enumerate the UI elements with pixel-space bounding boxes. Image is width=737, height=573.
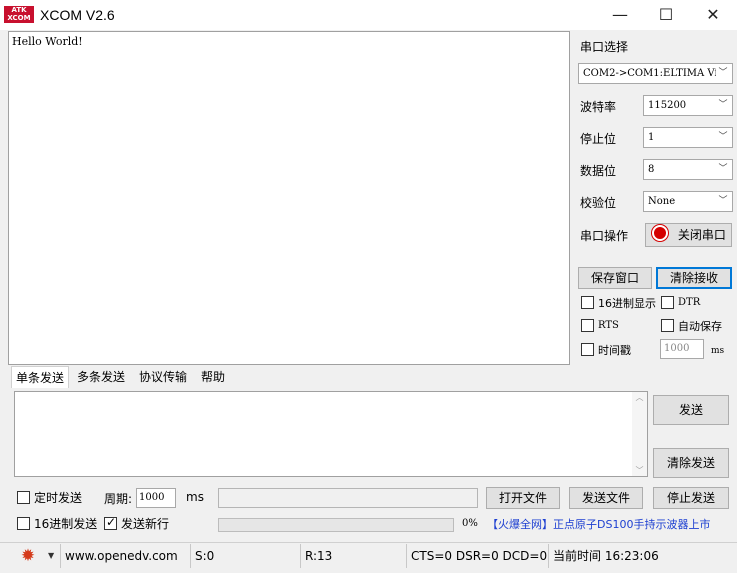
- port-operation-label: 串口操作: [580, 229, 629, 243]
- hex-send-label: 16进制发送: [34, 517, 98, 531]
- ad-link[interactable]: 【火爆全网】正点原子DS100手持示波器上市: [487, 514, 733, 536]
- data-bits-label: 数据位: [580, 164, 617, 178]
- tab-protocol[interactable]: 协议传输: [135, 366, 191, 388]
- chevron-down-icon: ﹀: [716, 192, 730, 211]
- port-select[interactable]: COM2->COM1:ELTIMA Vir ﹀: [578, 63, 733, 84]
- settings-gear-icon[interactable]: ✹: [18, 546, 38, 566]
- status-received-count: R:13: [300, 544, 404, 568]
- send-progress-bar: [218, 518, 454, 532]
- status-current-time: 当前时间 16:23:06: [548, 544, 734, 568]
- stop-send-button[interactable]: 停止发送: [653, 487, 729, 509]
- timestamp-label: 时间戳: [598, 344, 631, 357]
- tab-multi-send[interactable]: 多条发送: [73, 366, 129, 388]
- auto-save-checkbox[interactable]: [661, 319, 674, 332]
- chevron-down-icon: ﹀: [716, 160, 730, 179]
- file-path-input[interactable]: [218, 488, 478, 508]
- scroll-up-icon[interactable]: ︿: [632, 392, 647, 403]
- send-newline-checkbox[interactable]: [104, 515, 117, 530]
- maximize-button[interactable]: ☐: [643, 0, 689, 30]
- timestamp-input[interactable]: 1000: [660, 339, 704, 359]
- port-select-value: COM2->COM1:ELTIMA Vir: [583, 68, 723, 79]
- tab-single-send[interactable]: 单条发送: [11, 366, 70, 388]
- rts-checkbox[interactable]: [581, 319, 594, 332]
- auto-save-label: 自动保存: [678, 320, 722, 333]
- scroll-down-icon[interactable]: ﹀: [632, 465, 647, 476]
- timestamp-checkbox[interactable]: [581, 343, 594, 356]
- data-bits-select[interactable]: 8 ﹀: [643, 159, 733, 180]
- timed-send-label: 定时发送: [34, 491, 83, 505]
- send-scrollbar[interactable]: ︿ ﹀: [632, 392, 647, 476]
- clear-receive-button[interactable]: 清除接收: [656, 267, 732, 289]
- send-file-button[interactable]: 发送文件: [569, 487, 643, 509]
- stop-bits-label: 停止位: [580, 132, 617, 146]
- hex-display-label: 16进制显示: [598, 297, 656, 310]
- baud-select[interactable]: 115200 ﹀: [643, 95, 733, 116]
- status-line-signals: CTS=0 DSR=0 DCD=0: [406, 544, 547, 568]
- open-file-button[interactable]: 打开文件: [486, 487, 560, 509]
- window-title: XCOM V2.6: [40, 7, 115, 23]
- tab-help[interactable]: 帮助: [197, 366, 229, 388]
- dtr-checkbox[interactable]: [661, 296, 674, 309]
- stop-bits-value: 1: [648, 132, 655, 143]
- minimize-button[interactable]: —: [597, 0, 643, 30]
- parity-select[interactable]: None ﹀: [643, 191, 733, 212]
- rts-label: RTS: [598, 320, 619, 331]
- settings-dropdown-icon[interactable]: ▼: [48, 546, 54, 566]
- parity-value: None: [648, 196, 676, 207]
- baud-select-value: 115200: [648, 100, 687, 111]
- status-url[interactable]: www.openedv.com: [60, 544, 186, 568]
- period-input[interactable]: 1000: [136, 488, 176, 508]
- close-port-button[interactable]: 关闭串口: [645, 223, 732, 247]
- baud-label: 波特率: [580, 100, 617, 114]
- send-progress-text: 0%: [462, 518, 478, 529]
- send-textarea[interactable]: [14, 391, 648, 477]
- status-divider: [0, 542, 737, 543]
- timed-send-checkbox[interactable]: [17, 491, 30, 504]
- receive-textarea[interactable]: Hello World!: [8, 31, 570, 365]
- clear-send-button[interactable]: 清除发送: [653, 448, 729, 478]
- send-button[interactable]: 发送: [653, 395, 729, 425]
- send-newline-label: 发送新行: [121, 517, 170, 531]
- port-status-icon: [652, 225, 668, 241]
- data-bits-value: 8: [648, 164, 655, 175]
- chevron-down-icon: ﹀: [716, 96, 730, 115]
- dtr-label: DTR: [678, 297, 701, 308]
- parity-label: 校验位: [580, 196, 617, 210]
- app-logo-icon: ATK XCOM: [4, 6, 34, 23]
- status-sent-count: S:0: [190, 544, 298, 568]
- stop-bits-select[interactable]: 1 ﹀: [643, 127, 733, 148]
- timestamp-unit: ms: [711, 346, 725, 356]
- close-window-button[interactable]: ✕: [690, 0, 736, 30]
- port-select-label: 串口选择: [580, 40, 629, 54]
- period-unit: ms: [186, 490, 204, 504]
- hex-send-checkbox[interactable]: [17, 517, 30, 530]
- hex-display-checkbox[interactable]: [581, 296, 594, 309]
- period-label: 周期:: [104, 492, 133, 506]
- chevron-down-icon: ﹀: [716, 128, 730, 147]
- chevron-down-icon: ﹀: [716, 64, 730, 83]
- save-window-button[interactable]: 保存窗口: [578, 267, 652, 289]
